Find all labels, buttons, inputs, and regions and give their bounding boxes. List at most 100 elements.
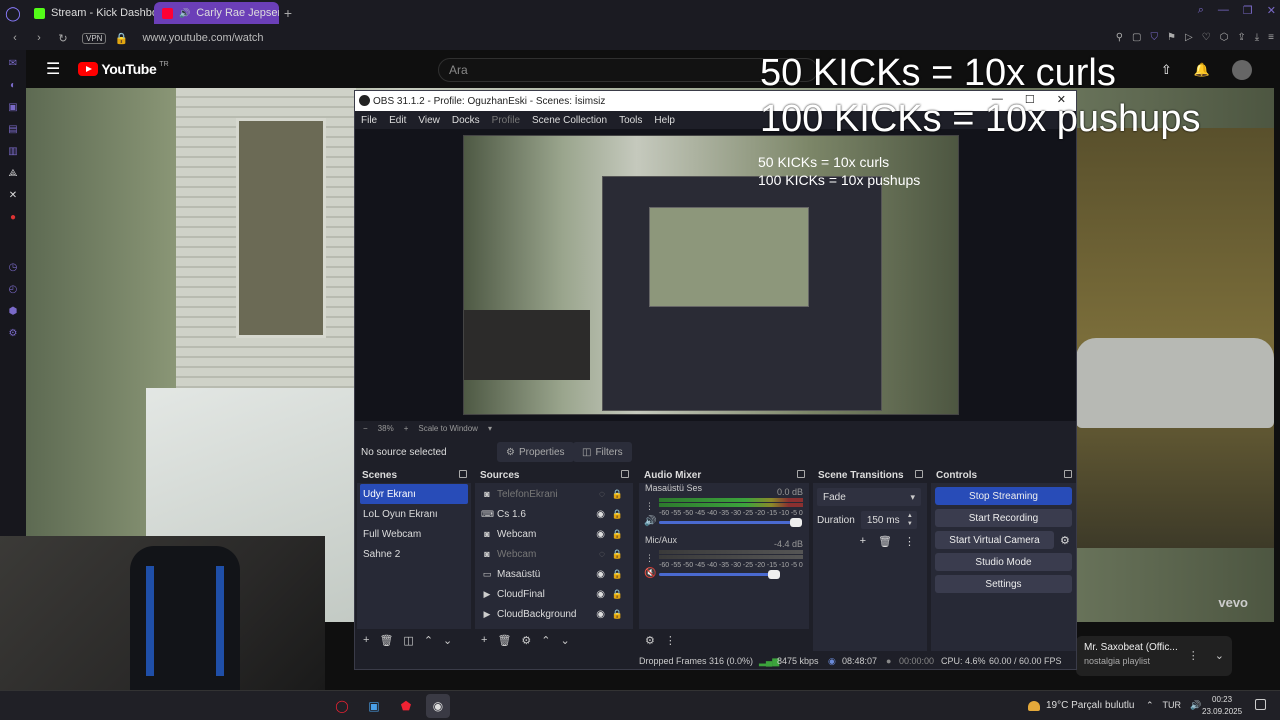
more-icon[interactable]: ⋮ <box>1188 649 1199 662</box>
gear-icon[interactable]: ⚙ <box>521 634 531 647</box>
volume-slider[interactable] <box>659 518 802 527</box>
screenshot-icon[interactable]: ▢ <box>1132 32 1141 43</box>
extensions-icon[interactable]: ⬡ <box>1220 32 1229 43</box>
scale-mode[interactable]: Scale to Window <box>418 424 478 433</box>
arrow-up-icon[interactable]: ⌃ <box>541 634 550 647</box>
upload-icon[interactable]: ⇧ <box>1161 62 1172 78</box>
filters-button[interactable]: ◫ Filters <box>573 442 632 462</box>
avatar[interactable] <box>1232 60 1252 80</box>
lock-icon[interactable]: 🔒 <box>612 489 623 500</box>
messenger-icon[interactable]: ✉ <box>6 56 20 70</box>
source-item[interactable]: ⌨ Cs 1.6 ◉ 🔒 <box>475 504 633 524</box>
forward-icon[interactable]: › <box>30 32 48 44</box>
scene-item[interactable]: LoL Oyun Ekranı <box>357 504 471 524</box>
properties-button[interactable]: ⚙ Properties <box>497 442 574 462</box>
history-icon[interactable]: ◷ <box>6 260 20 274</box>
download-icon[interactable]: ⤓ <box>1255 32 1259 43</box>
riot-app-icon[interactable]: ⬟ <box>394 694 418 718</box>
zoom-in-icon[interactable]: + <box>404 424 409 433</box>
play-icon[interactable]: ▷ <box>1185 32 1193 43</box>
add-icon[interactable]: + <box>481 634 487 646</box>
close-icon[interactable]: ✕ <box>1267 4 1276 17</box>
eye-icon[interactable]: ◉ <box>596 509 605 520</box>
arrow-down-icon[interactable]: ⌄ <box>443 634 452 647</box>
eye-off-icon[interactable]: ◌ <box>599 489 605 500</box>
popout-icon[interactable] <box>459 470 467 478</box>
gear-icon[interactable]: ⚙ <box>1060 534 1072 547</box>
popout-icon[interactable] <box>1064 470 1072 478</box>
eye-icon[interactable]: ◉ <box>596 529 605 540</box>
settings-icon[interactable]: ⚙ <box>6 326 20 340</box>
player-icon[interactable]: ▤ <box>6 122 20 136</box>
trash-icon[interactable]: 🗑 <box>497 634 511 647</box>
menu-view[interactable]: View <box>418 115 440 126</box>
weather-widget[interactable]: 19°C Parçalı bulutlu <box>1028 700 1135 711</box>
speaker-icon[interactable]: 🔊 <box>644 516 656 527</box>
filter-icon[interactable]: ◫ <box>403 634 413 647</box>
scene-item[interactable]: Sahne 2 <box>357 544 471 564</box>
slider-knob[interactable] <box>768 570 781 579</box>
source-item[interactable]: ▶ CloudFinal ◉ 🔒 <box>475 584 633 604</box>
obs-preview[interactable]: 50 KICKs = 10x curls 100 KICKs = 10x pus… <box>355 129 1076 421</box>
menu-edit[interactable]: Edit <box>389 115 406 126</box>
transition-select[interactable]: Fade <box>817 488 921 506</box>
popout-icon[interactable] <box>915 470 923 478</box>
scene-item[interactable]: Udyr Ekranı <box>360 484 468 504</box>
search-tabs-icon[interactable]: ⌕ <box>1198 4 1204 17</box>
mini-player[interactable]: Mr. Saxobeat (Offic... nostalgia playlis… <box>1076 636 1232 676</box>
reload-icon[interactable]: ↻ <box>54 32 72 45</box>
x-icon[interactable]: ✕ <box>6 188 20 202</box>
clock-icon[interactable]: ◴ <box>6 282 20 296</box>
popout-icon[interactable] <box>621 470 629 478</box>
menu-docks[interactable]: Docks <box>452 115 480 126</box>
heart-icon[interactable]: ♡ <box>1202 32 1211 43</box>
obs-app-icon[interactable]: ◉ <box>426 694 450 718</box>
studio-mode-button[interactable]: Studio Mode <box>935 553 1072 571</box>
puzzle-icon[interactable]: ⬢ <box>6 304 20 318</box>
kick-sidebar-icon[interactable]: ⟁ <box>6 166 20 180</box>
stop-streaming-button[interactable]: Stop Streaming <box>935 487 1072 505</box>
trash-icon[interactable]: 🗑 <box>379 634 393 647</box>
more-icon[interactable]: ⋮ <box>904 535 915 548</box>
eye-icon[interactable]: ◉ <box>596 569 605 580</box>
menu-file[interactable]: File <box>361 115 377 126</box>
record-icon[interactable]: ● <box>6 210 20 224</box>
menu-profile[interactable]: Profile <box>492 115 520 126</box>
stepper-arrows-icon[interactable]: ▲ ▼ <box>907 512 913 528</box>
explorer-app-icon[interactable]: ▣ <box>362 694 386 718</box>
lock-icon[interactable]: 🔒 <box>612 609 623 620</box>
wallet-icon[interactable]: ▣ <box>6 100 20 114</box>
restore-icon[interactable]: ❐ <box>1243 4 1253 17</box>
eye-icon[interactable]: ◉ <box>596 589 605 600</box>
lock-icon[interactable]: 🔒 <box>612 549 623 560</box>
tab-youtube[interactable]: 🔊 Carly Rae Jepsen - Ca <box>154 2 279 24</box>
menu-icon[interactable]: ☰ <box>46 59 60 79</box>
back-icon[interactable]: ‹ <box>6 32 24 44</box>
eye-icon[interactable]: ◉ <box>596 609 605 620</box>
opera-logo-icon[interactable]: ◯ <box>0 0 26 26</box>
trash-icon[interactable]: 🗑 <box>878 535 892 548</box>
zoom-out-icon[interactable]: − <box>363 424 368 433</box>
lock-icon[interactable]: 🔒 <box>612 589 623 600</box>
chevron-down-icon[interactable]: ⌄ <box>1215 649 1224 662</box>
pin-icon[interactable]: ⚲ <box>1116 32 1123 43</box>
volume-icon[interactable]: 🔊 <box>1190 700 1201 711</box>
settings-button[interactable]: Settings <box>935 575 1072 593</box>
ai-icon[interactable]: ◐ <box>6 78 20 92</box>
bookmark-icon[interactable]: ⚑ <box>1167 32 1176 43</box>
popout-icon[interactable] <box>797 470 805 478</box>
vpn-badge[interactable]: VPN <box>82 32 107 44</box>
news-icon[interactable]: ▥ <box>6 144 20 158</box>
start-virtual-camera-button[interactable]: Start Virtual Camera <box>935 531 1054 549</box>
add-icon[interactable]: + <box>363 634 369 646</box>
lock-icon[interactable]: 🔒 <box>612 529 623 540</box>
menu-scene-collection[interactable]: Scene Collection <box>532 115 607 126</box>
more-icon[interactable]: ⋮ <box>645 553 654 564</box>
lock-icon[interactable]: 🔒 <box>612 569 623 580</box>
bell-icon[interactable]: 🔔 <box>1194 62 1210 78</box>
add-icon[interactable]: + <box>860 535 866 548</box>
chevron-up-icon[interactable]: ⌃ <box>1146 700 1154 711</box>
shield-icon[interactable]: ⛉ <box>1150 32 1158 43</box>
slider-knob[interactable] <box>789 518 802 527</box>
source-item[interactable]: ◙ TelefonEkrani ◌ 🔒 <box>475 484 633 504</box>
